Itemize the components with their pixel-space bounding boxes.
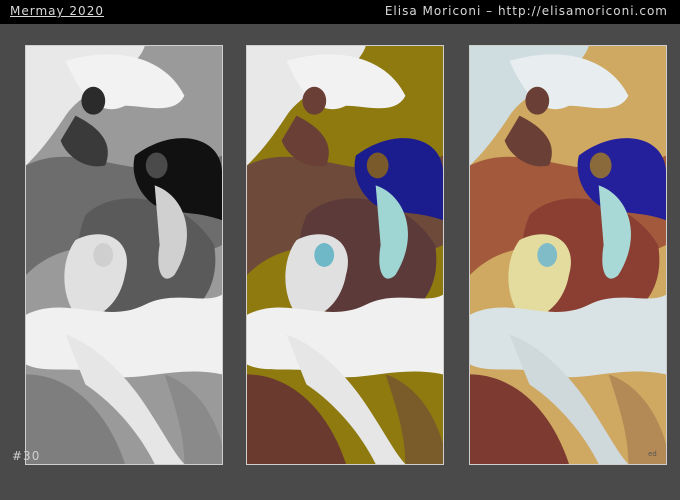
final-render-artwork: ed xyxy=(470,46,666,464)
panel-flat-color xyxy=(246,45,444,465)
top-bar: Mermay 2020 Elisa Moriconi – http://elis… xyxy=(0,0,680,24)
series-title: Mermay 2020 xyxy=(10,4,104,18)
grayscale-artwork xyxy=(26,46,222,464)
artist-signature: ed xyxy=(648,450,657,458)
artist-credit: Elisa Moriconi – http://elisamoriconi.co… xyxy=(384,4,668,18)
piece-number: #30 xyxy=(12,449,41,463)
panel-grayscale xyxy=(25,45,223,465)
panel-final-render: ed xyxy=(469,45,667,465)
flat-color-artwork xyxy=(247,46,443,464)
